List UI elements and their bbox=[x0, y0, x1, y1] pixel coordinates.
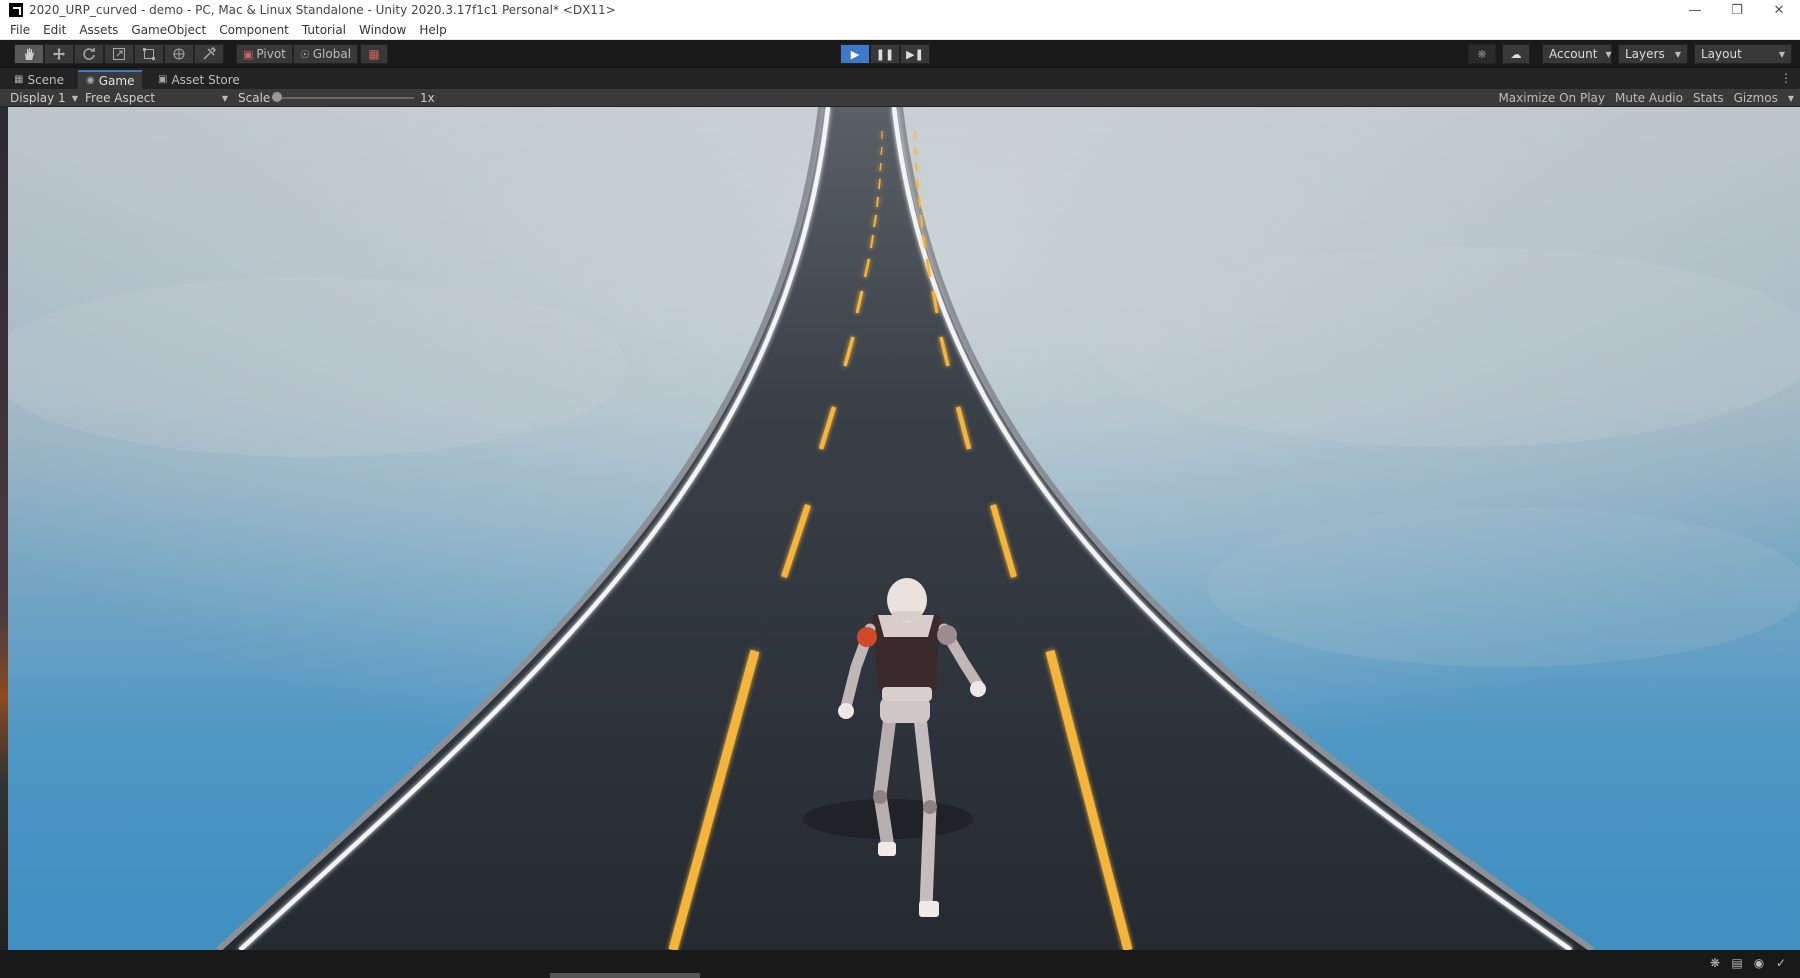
tab-asset-store[interactable]: ▣ Asset Store bbox=[150, 70, 248, 89]
display-label: Display 1 bbox=[10, 91, 66, 105]
horizontal-scrollbar[interactable] bbox=[550, 973, 700, 978]
chevron-down-icon: ▼ bbox=[1674, 49, 1681, 59]
global-toggle[interactable]: ☉ Global bbox=[292, 44, 359, 64]
play-icon[interactable]: ▶ bbox=[840, 44, 870, 64]
scene-grid-icon: ▦ bbox=[14, 74, 24, 85]
pivot-label: Pivot bbox=[256, 47, 286, 61]
tab-scene[interactable]: ▦ Scene bbox=[6, 70, 72, 89]
status-icons: ❋ ▤ ◉ ✓ bbox=[1704, 954, 1792, 972]
bug-icon[interactable]: ❋ bbox=[1704, 954, 1726, 972]
hand-tool-icon[interactable] bbox=[14, 44, 44, 64]
checkmark-icon[interactable]: ✓ bbox=[1770, 954, 1792, 972]
rotate-tool-icon[interactable] bbox=[74, 44, 104, 64]
layout-label: Layout bbox=[1701, 47, 1742, 61]
minimize-icon[interactable]: — bbox=[1674, 0, 1716, 20]
grid-snap-icon[interactable]: ▦ bbox=[360, 44, 388, 64]
scale-value: 1x bbox=[420, 91, 435, 105]
menu-component[interactable]: Component bbox=[219, 23, 289, 37]
cloud bbox=[8, 277, 628, 457]
layers-dropdown[interactable]: Layers ▼ bbox=[1618, 44, 1688, 64]
cloud-icon[interactable]: ☁ bbox=[1502, 44, 1530, 64]
window-controls: — ❐ ✕ bbox=[1674, 0, 1800, 20]
view-tab-bar: ▦ Scene ◉ Game ▣ Asset Store ⋮ bbox=[0, 68, 1800, 89]
account-label: Account bbox=[1549, 47, 1598, 61]
shopping-bag-icon: ▣ bbox=[158, 74, 168, 85]
gizmos-dropdown[interactable]: Gizmos bbox=[1734, 91, 1778, 105]
scale-label: Scale bbox=[238, 91, 271, 105]
chevron-down-icon: ▼ bbox=[1778, 49, 1785, 59]
game-viewport[interactable] bbox=[8, 107, 1800, 950]
database-icon[interactable]: ▤ bbox=[1726, 954, 1748, 972]
gamepad-icon: ◉ bbox=[86, 75, 95, 86]
global-label: Global bbox=[312, 47, 352, 61]
transform-tool-icon[interactable] bbox=[164, 44, 194, 64]
pause-icon[interactable]: ❚❚ bbox=[870, 44, 900, 64]
tab-asset-store-label: Asset Store bbox=[171, 72, 240, 87]
handle-position-group: ▣ Pivot ☉ Global bbox=[236, 44, 359, 64]
cloud bbox=[1098, 247, 1800, 447]
display-dropdown[interactable]: Display 1 ▼ bbox=[10, 89, 78, 107]
account-dropdown[interactable]: Account ▼ bbox=[1542, 44, 1612, 64]
scale-slider-handle[interactable] bbox=[272, 92, 282, 102]
scale-tool-icon[interactable] bbox=[104, 44, 134, 64]
title-bar: 2020_URP_curved - demo - PC, Mac & Linux… bbox=[0, 0, 1800, 20]
tab-scene-label: Scene bbox=[27, 72, 65, 87]
window-title: 2020_URP_curved - demo - PC, Mac & Linux… bbox=[29, 3, 616, 17]
restore-icon[interactable]: ❐ bbox=[1716, 0, 1758, 20]
aspect-dropdown[interactable]: Free Aspect ▼ bbox=[85, 89, 228, 107]
stats-toggle[interactable]: Stats bbox=[1693, 91, 1724, 105]
mute-audio-toggle[interactable]: Mute Audio bbox=[1615, 91, 1683, 105]
cloud bbox=[1208, 507, 1800, 667]
window-edge bbox=[0, 107, 8, 950]
menu-file[interactable]: File bbox=[10, 23, 30, 37]
menu-edit[interactable]: Edit bbox=[43, 23, 66, 37]
chevron-down-icon: ▼ bbox=[71, 93, 78, 103]
pivot-icon: ▣ bbox=[243, 47, 254, 61]
menu-gameobject[interactable]: GameObject bbox=[131, 23, 206, 37]
play-controls: ▶ ❚❚ ▶❚ bbox=[840, 44, 930, 64]
tab-options-icon[interactable]: ⋮ bbox=[1780, 71, 1792, 85]
chevron-down-icon: ▼ bbox=[221, 93, 228, 103]
menu-bar: File Edit Assets GameObject Component Tu… bbox=[0, 20, 1800, 40]
toolbar-right: ❋ ☁ Account ▼ Layers ▼ Layout ▼ bbox=[1468, 44, 1792, 64]
rect-tool-icon[interactable] bbox=[134, 44, 164, 64]
aspect-label: Free Aspect bbox=[85, 91, 156, 105]
layers-label: Layers bbox=[1625, 47, 1665, 61]
custom-tool-icon[interactable] bbox=[194, 44, 224, 64]
status-bar: ❋ ▤ ◉ ✓ bbox=[0, 950, 1800, 978]
maximize-on-play-toggle[interactable]: Maximize On Play bbox=[1498, 91, 1605, 105]
close-icon[interactable]: ✕ bbox=[1758, 0, 1800, 20]
collab-icon[interactable]: ◉ bbox=[1748, 954, 1770, 972]
chevron-down-icon[interactable]: ▼ bbox=[1788, 94, 1794, 103]
move-tool-icon[interactable] bbox=[44, 44, 74, 64]
main-toolbar: ▣ Pivot ☉ Global ▦ ▶ ❚❚ ▶❚ ❋ ☁ Account ▼ La… bbox=[0, 40, 1800, 68]
layout-dropdown[interactable]: Layout ▼ bbox=[1694, 44, 1792, 64]
services-icon[interactable]: ❋ bbox=[1468, 44, 1496, 64]
unity-logo-icon bbox=[9, 3, 23, 17]
tab-game-label: Game bbox=[98, 73, 135, 88]
menu-help[interactable]: Help bbox=[419, 23, 446, 37]
scale-slider-track[interactable] bbox=[276, 97, 414, 99]
menu-assets[interactable]: Assets bbox=[79, 23, 118, 37]
game-view-options: Maximize On Play Mute Audio Stats Gizmos… bbox=[1498, 89, 1800, 107]
step-icon[interactable]: ▶❚ bbox=[900, 44, 930, 64]
game-render bbox=[8, 107, 1800, 950]
menu-tutorial[interactable]: Tutorial bbox=[302, 23, 346, 37]
transform-tools bbox=[14, 44, 224, 64]
pivot-toggle[interactable]: ▣ Pivot bbox=[236, 44, 293, 64]
tab-game[interactable]: ◉ Game bbox=[78, 70, 143, 89]
game-view-toolbar: Display 1 ▼ Free Aspect ▼ Scale 1x Maximiz… bbox=[0, 89, 1800, 107]
menu-window[interactable]: Window bbox=[359, 23, 406, 37]
globe-icon: ☉ bbox=[299, 47, 310, 61]
chevron-down-icon: ▼ bbox=[1605, 49, 1612, 59]
